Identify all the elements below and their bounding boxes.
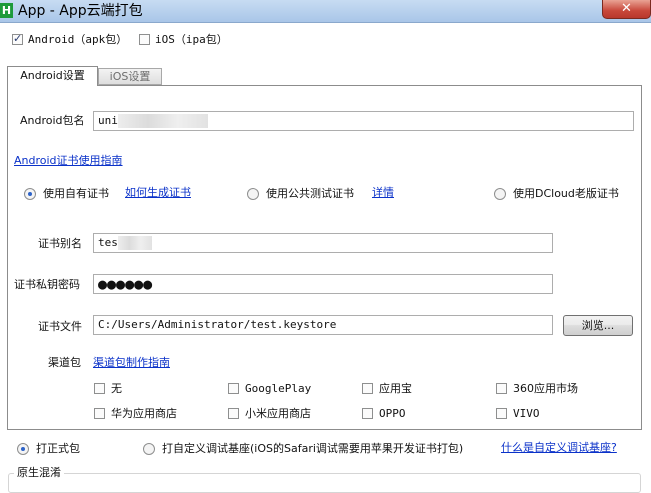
channel-none-checkbox[interactable] — [94, 383, 105, 394]
app-logo-icon: H — [0, 3, 13, 18]
release-build-label: 打正式包 — [36, 442, 80, 455]
cert-password-input[interactable]: ●●●●●● — [93, 274, 553, 294]
cert-alias-input[interactable]: tes — [93, 233, 553, 253]
close-button[interactable]: ✕ — [602, 0, 651, 19]
public-cert-details-link[interactable]: 详情 — [372, 186, 394, 200]
channel-oppo-label: OPPO — [379, 407, 406, 420]
dcloud-old-cert-label: 使用DCloud老版证书 — [513, 187, 619, 200]
channel-googleplay-checkbox[interactable] — [228, 383, 239, 394]
android-cert-guide-link[interactable]: Android证书使用指南 — [14, 154, 123, 168]
channel-googleplay-label: GooglePlay — [245, 382, 312, 395]
channel-huawei-label: 华为应用商店 — [111, 407, 177, 420]
custom-debug-base-radio[interactable] — [143, 443, 155, 455]
ios-platform-label: iOS（ipa包） — [155, 33, 228, 46]
channel-xiaomi-checkbox[interactable] — [228, 408, 239, 419]
android-platform-label: Android（apk包） — [28, 33, 128, 46]
public-test-cert-radio[interactable] — [247, 188, 259, 200]
how-to-generate-cert-link[interactable]: 如何生成证书 — [125, 186, 191, 200]
cert-file-input[interactable]: C:/Users/Administrator/test.keystore — [93, 315, 553, 335]
own-cert-radio[interactable] — [24, 188, 36, 200]
android-settings-panel — [7, 85, 642, 430]
own-cert-label: 使用自有证书 — [43, 187, 109, 200]
channel-xiaomi-label: 小米应用商店 — [245, 407, 311, 420]
custom-debug-base-label: 打自定义调试基座(iOS的Safari调试需要用苹果开发证书打包) — [162, 442, 464, 455]
channel-oppo-checkbox[interactable] — [362, 408, 373, 419]
channel-package-guide-link[interactable]: 渠道包制作指南 — [93, 356, 170, 370]
channel-vivo-label: VIVO — [513, 407, 540, 420]
cert-alias-value: tes — [98, 236, 118, 249]
redacted-blur — [117, 114, 208, 128]
channel-package-label: 渠道包 — [48, 356, 81, 369]
channel-360-checkbox[interactable] — [496, 383, 507, 394]
cert-file-label: 证书文件 — [38, 320, 82, 333]
channel-vivo-checkbox[interactable] — [496, 408, 507, 419]
cert-alias-label: 证书别名 — [38, 237, 82, 250]
channel-yingyongbao-label: 应用宝 — [379, 382, 412, 395]
redacted-blur — [117, 236, 152, 250]
cert-password-label: 证书私钥密码 — [14, 278, 80, 291]
channel-360-label: 360应用市场 — [513, 382, 578, 395]
package-name-value: uni — [98, 114, 118, 127]
ios-platform-checkbox[interactable] — [139, 34, 150, 45]
browse-button[interactable]: 浏览... — [563, 315, 633, 336]
package-name-label: Android包名 — [20, 114, 85, 127]
window-title: App - App云端打包 — [18, 3, 143, 19]
native-obfuscation-title: 原生混淆 — [14, 466, 64, 480]
dcloud-old-cert-radio[interactable] — [494, 188, 506, 200]
tab-ios-settings[interactable]: iOS设置 — [98, 68, 162, 85]
channel-huawei-checkbox[interactable] — [94, 408, 105, 419]
channel-yingyongbao-checkbox[interactable] — [362, 383, 373, 394]
android-platform-checkbox[interactable] — [12, 32, 23, 45]
what-is-custom-debug-base-link[interactable]: 什么是自定义调试基座? — [501, 441, 617, 455]
tab-android-settings[interactable]: Android设置 — [7, 66, 98, 86]
public-test-cert-label: 使用公共测试证书 — [266, 187, 354, 200]
release-build-radio[interactable] — [17, 443, 29, 455]
package-name-input[interactable]: uni — [93, 111, 634, 131]
channel-none-label: 无 — [111, 382, 122, 395]
native-obfuscation-group — [8, 473, 641, 493]
